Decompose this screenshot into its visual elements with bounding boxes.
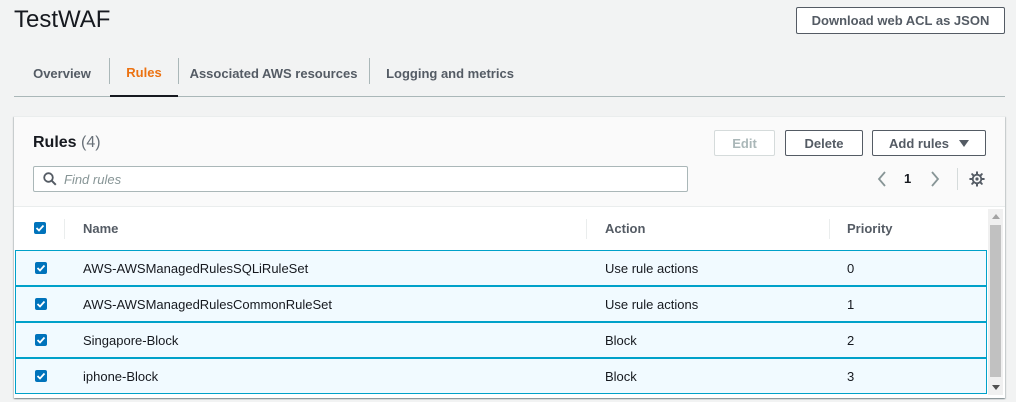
tab-separator [178, 58, 179, 84]
tab-rules[interactable]: Rules [110, 50, 178, 97]
tab-associated-aws-resources[interactable]: Associated AWS resources [186, 50, 361, 96]
tab-separator [369, 58, 370, 84]
table-row[interactable]: AWS-AWSManagedRulesCommonRuleSet Use rul… [15, 286, 987, 322]
column-separator [829, 219, 830, 239]
chevron-right-icon[interactable] [926, 170, 944, 188]
table-scrollbar[interactable] [988, 209, 1003, 395]
check-icon [36, 372, 46, 380]
check-icon [35, 224, 45, 232]
download-web-acl-json-button[interactable]: Download web ACL as JSON [796, 7, 1005, 34]
rules-panel-title: Rules (4) [33, 134, 101, 152]
table-row[interactable]: Singapore-Block Block 2 [15, 322, 987, 358]
rule-priority: 2 [847, 333, 855, 348]
row-checkbox[interactable] [35, 370, 47, 382]
rule-action: Block [605, 369, 637, 384]
tab-overview[interactable]: Overview [20, 50, 104, 96]
add-rules-button[interactable]: Add rules [872, 130, 986, 156]
search-icon [43, 172, 57, 191]
scroll-thumb[interactable] [990, 225, 1001, 377]
column-separator [64, 219, 65, 239]
column-header-priority[interactable]: Priority [847, 221, 893, 236]
current-page-number[interactable]: 1 [904, 171, 911, 186]
search-input[interactable] [64, 170, 664, 188]
rules-count: (4) [81, 134, 101, 151]
page-title: TestWAF [14, 6, 111, 33]
rule-action: Block [605, 333, 637, 348]
rules-table-header: Name Action Priority [14, 209, 989, 249]
table-row[interactable]: AWS-AWSManagedRulesSQLiRuleSet Use rule … [15, 250, 987, 286]
find-rules-search[interactable] [33, 166, 688, 192]
edit-button[interactable]: Edit [714, 130, 775, 156]
rules-panel: Rules (4) Edit Delete Add rules 1 [14, 116, 1005, 398]
column-header-name[interactable]: Name [83, 221, 118, 236]
delete-button[interactable]: Delete [785, 130, 863, 156]
chevron-left-icon[interactable] [873, 170, 891, 188]
scroll-up-icon[interactable] [992, 214, 1000, 219]
add-rules-label: Add rules [889, 135, 949, 151]
rule-name: Singapore-Block [83, 333, 179, 348]
column-separator [586, 219, 587, 239]
column-header-action[interactable]: Action [605, 221, 645, 236]
row-checkbox[interactable] [35, 262, 47, 274]
rule-priority: 3 [847, 369, 855, 384]
row-checkbox[interactable] [35, 334, 47, 346]
check-icon [36, 300, 46, 308]
rule-priority: 1 [847, 297, 855, 312]
check-icon [36, 336, 46, 344]
caret-down-icon [958, 139, 969, 147]
rule-action: Use rule actions [605, 261, 699, 276]
tab-logging-and-metrics[interactable]: Logging and metrics [380, 50, 520, 96]
rule-name: AWS-AWSManagedRulesCommonRuleSet [83, 297, 333, 312]
scroll-down-icon[interactable] [992, 385, 1000, 390]
pager-divider [957, 168, 958, 190]
select-all-checkbox[interactable] [34, 222, 46, 234]
rules-panel-header: Rules (4) Edit Delete Add rules 1 [14, 117, 1005, 207]
table-row[interactable]: iphone-Block Block 3 [15, 358, 987, 394]
check-icon [36, 264, 46, 272]
rule-priority: 0 [847, 261, 855, 276]
rule-name: AWS-AWSManagedRulesSQLiRuleSet [83, 261, 309, 276]
rules-title-text: Rules [33, 134, 77, 151]
tab-bar: Overview Rules Associated AWS resources … [14, 50, 1005, 97]
gear-icon[interactable] [968, 170, 986, 188]
row-checkbox[interactable] [35, 298, 47, 310]
rule-action: Use rule actions [605, 297, 699, 312]
rule-name: iphone-Block [83, 369, 159, 384]
